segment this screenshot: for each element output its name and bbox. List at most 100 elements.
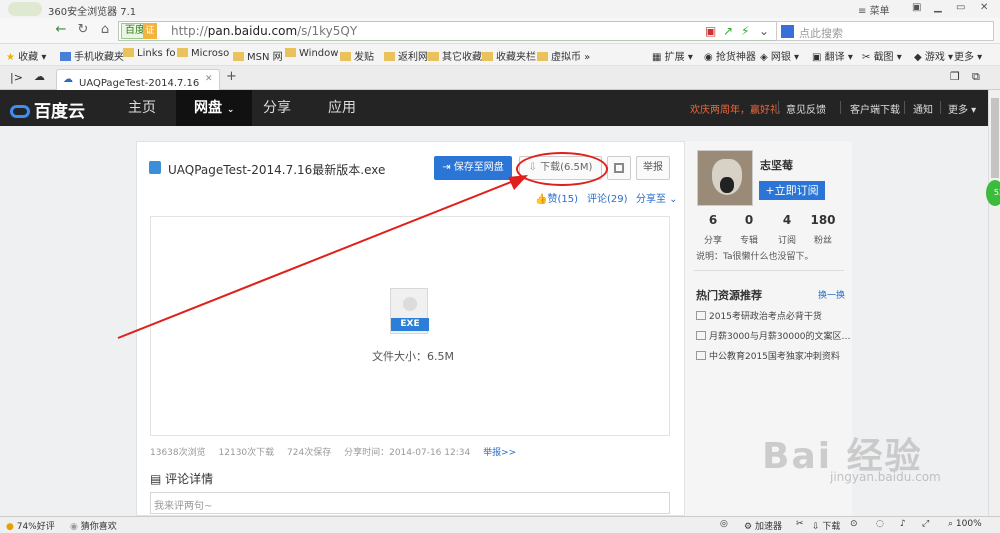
new-tab-button[interactable]: + — [226, 69, 237, 84]
share-icon[interactable]: ↗ — [723, 24, 733, 38]
cloud-icon[interactable]: ☁ — [34, 70, 45, 83]
close-tab-icon[interactable]: ✕ — [205, 74, 213, 84]
save-to-disk-button[interactable]: ⇥ 保存至网盘 — [434, 156, 512, 180]
notice-link[interactable]: 通知 — [913, 101, 933, 116]
client-download-link[interactable]: 客户端下载 — [850, 101, 900, 116]
more-menu[interactable]: 更多 ▾ — [948, 101, 976, 116]
history-icon[interactable]: ⧉ — [972, 70, 980, 84]
file-size: 文件大小：6.5M — [372, 350, 454, 363]
settings-icon[interactable]: ◎ — [720, 519, 728, 529]
baidu-cloud-logo[interactable]: 百度云 — [10, 97, 85, 122]
hot-item[interactable]: 中公教育2015国考独家冲刺资料 — [696, 349, 840, 362]
hot-item[interactable]: 2015考研政治考点必背干货 — [696, 309, 822, 322]
sidebar-toggle-icon[interactable]: |> — [10, 71, 23, 84]
avatar[interactable] — [697, 150, 753, 206]
count-label: 专辑 — [739, 236, 758, 246]
bookmark-item[interactable]: MSN 网 — [233, 48, 283, 63]
bookmark-item[interactable]: Links fo — [123, 48, 176, 59]
floating-widget[interactable]: 52 — [986, 180, 1000, 206]
screenshot-icon[interactable]: ✂ — [796, 519, 804, 529]
bookmark-item[interactable]: 收藏夹栏 — [482, 48, 536, 63]
share-to-link[interactable]: 分享至 ⌄ — [636, 190, 678, 205]
follower-count[interactable]: 180 — [808, 213, 838, 227]
album-count[interactable]: 0 — [734, 213, 764, 227]
rating-indicator[interactable]: ● 74%好评 — [6, 519, 55, 532]
bookmark-item[interactable]: 手机收藏夹 — [60, 48, 124, 63]
share-time: 分享时间：2014-07-16 12:34 — [344, 448, 471, 458]
like-link[interactable]: 👍赞(15) — [535, 190, 578, 205]
pin-button[interactable]: ▣ — [912, 2, 921, 13]
chevron-down-icon[interactable]: ⌄ — [759, 24, 769, 38]
sync-icon[interactable]: ⊙ — [850, 519, 858, 529]
divider — [694, 270, 844, 271]
hot-item[interactable]: 月薪3000与月薪30000的文案区… — [696, 329, 851, 342]
bookmark-item[interactable]: 返利网 — [384, 48, 428, 63]
bookmark-item[interactable]: 发贴 — [340, 48, 374, 63]
zoom-level[interactable]: ⌕ 100% — [948, 519, 982, 529]
comment-input[interactable]: 我来评两句~ — [150, 492, 670, 514]
fullscreen-icon[interactable]: ⤢ — [922, 519, 929, 529]
comment-link[interactable]: 评论(29) — [587, 190, 628, 205]
download-status[interactable]: ⇩ 下载 — [812, 519, 840, 532]
scroll-thumb[interactable] — [991, 98, 999, 178]
bookmark-item[interactable]: 其它收藏 — [428, 48, 482, 63]
extension-item[interactable]: ✂ 截图 ▾ — [862, 48, 902, 63]
extension-item[interactable]: ◉ 抢货神器 — [704, 48, 756, 63]
shield-icon[interactable]: ▣ — [705, 24, 716, 38]
extension-item[interactable]: ▦ 扩展 ▾ — [652, 48, 693, 63]
bookmark-item[interactable]: 虚拟币 » — [537, 48, 590, 63]
bookmark-item[interactable]: Microso — [177, 48, 229, 59]
file-name: UAQPageTest-2014.7.16最新版本.exe — [168, 163, 386, 177]
comments-title: ▤ 评论详情 — [150, 472, 214, 486]
view-count: 13638次浏览 — [150, 448, 206, 458]
extension-item[interactable]: 更多 ▾ — [954, 48, 982, 63]
count-label: 订阅 — [777, 236, 796, 246]
guess-you-like[interactable]: ◉ 猜你喜欢 — [70, 519, 117, 532]
doc-icon — [696, 351, 706, 360]
subscription-count[interactable]: 4 — [772, 213, 802, 227]
extension-item[interactable]: ◆ 游戏 ▾ — [914, 48, 953, 63]
maximize-button[interactable]: ▭ — [956, 2, 965, 13]
status-bar: ● 74%好评 ◉ 猜你喜欢 ◎ ⚙ 加速器 ✂ ⇩ 下载 ⊙ ◌ ♪ ⤢ ⌕ … — [0, 516, 1000, 533]
feedback-link[interactable]: 意见反馈 — [786, 101, 826, 116]
bookmark-item[interactable]: ★ 收藏 ▾ — [6, 48, 46, 63]
minimize-button[interactable]: ▁ — [934, 2, 942, 13]
refresh-icon[interactable]: ↻ — [74, 21, 92, 39]
subscribe-button[interactable]: +立即订阅 — [759, 181, 825, 200]
favicon-icon: ☁ — [63, 74, 73, 85]
search-input[interactable]: 点此搜索 — [776, 21, 994, 41]
close-button[interactable]: ✕ — [980, 2, 988, 13]
volume-icon[interactable]: ♪ — [900, 519, 906, 529]
share-count[interactable]: 6 — [698, 213, 728, 227]
promo-link[interactable]: 欢庆两周年，赢好礼 — [690, 101, 780, 116]
bookmark-item[interactable]: Window — [285, 48, 338, 59]
search-placeholder: 点此搜索 — [799, 27, 843, 40]
extension-item[interactable]: ◈ 网银 ▾ — [760, 48, 799, 63]
search-engine-icon[interactable] — [781, 25, 794, 38]
url-field[interactable]: 百度 证 http://pan.baidu.com/s/1ky5QY ▣ ↗ ⚡… — [118, 21, 788, 41]
accelerator-button[interactable]: ⚙ 加速器 — [744, 519, 782, 532]
scrollbar[interactable] — [988, 90, 1000, 516]
nav-home[interactable]: 主页 — [128, 90, 156, 126]
nav-apps[interactable]: 应用 — [328, 90, 356, 126]
tab-active[interactable]: ☁ UAQPageTest-2014.7.16最 ✕ — [56, 69, 220, 90]
watermark-url: jingyan.baidu.com — [830, 470, 941, 484]
report-button[interactable]: 举报 — [636, 156, 670, 180]
refresh-link[interactable]: 换一换 — [818, 288, 845, 301]
menu-button[interactable]: ≡ 菜单 — [858, 2, 890, 17]
tab-bar: |> ☁ ☁ UAQPageTest-2014.7.16最 ✕ + ❐ ⧉ — [0, 66, 1000, 90]
file-stats: 13638次浏览 12130次下载 724次保存 分享时间：2014-07-16… — [150, 445, 526, 458]
cert-badge[interactable]: 证 — [143, 23, 157, 39]
extension-item[interactable]: ▣ 翻译 ▾ — [812, 48, 853, 63]
flash-icon[interactable]: ⚡ — [741, 24, 749, 38]
count-label: 粉丝 — [813, 236, 832, 246]
nav-netdisk[interactable]: 网盘 ⌄ — [176, 90, 253, 126]
restore-tabs-icon[interactable]: ❐ — [950, 70, 960, 83]
back-icon[interactable]: ← — [52, 21, 70, 39]
report-link[interactable]: 举报>> — [483, 448, 516, 458]
nav-share[interactable]: 分享 — [263, 90, 291, 126]
hint-icon[interactable]: ◌ — [876, 519, 884, 529]
home-icon[interactable]: ⌂ — [96, 21, 114, 39]
qrcode-button[interactable] — [607, 156, 631, 180]
user-name[interactable]: 志坚莓 — [760, 157, 793, 173]
